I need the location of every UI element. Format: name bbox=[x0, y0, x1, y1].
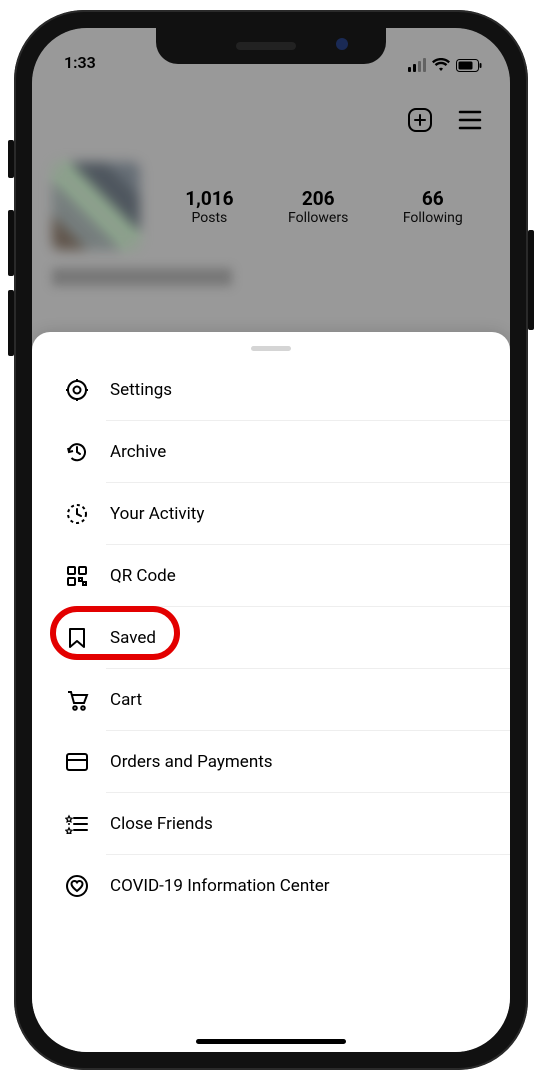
menu-item-archive[interactable]: Archive bbox=[32, 421, 510, 483]
menu-item-settings[interactable]: Settings bbox=[32, 359, 510, 421]
menu-item-cart[interactable]: Cart bbox=[32, 669, 510, 731]
menu-item-label: Close Friends bbox=[110, 814, 213, 834]
following-label: Following bbox=[403, 210, 463, 226]
wifi-icon bbox=[432, 58, 450, 72]
cellular-signal-icon bbox=[408, 58, 426, 72]
activity-icon bbox=[64, 501, 90, 527]
profile-name-redacted bbox=[52, 268, 232, 286]
settings-bottom-sheet: Settings Archive Your Activity bbox=[32, 332, 510, 1052]
menu-item-label: QR Code bbox=[110, 566, 176, 586]
posts-label: Posts bbox=[185, 210, 233, 226]
menu-button[interactable] bbox=[456, 106, 484, 134]
phone-screen: 1:33 bbox=[32, 28, 510, 1052]
heart-circle-icon bbox=[64, 873, 90, 899]
phone-frame: 1:33 bbox=[14, 10, 528, 1070]
notch bbox=[156, 28, 386, 64]
menu-item-orders[interactable]: Orders and Payments bbox=[32, 731, 510, 793]
followers-label: Followers bbox=[288, 210, 348, 226]
stat-followers[interactable]: 206 Followers bbox=[288, 187, 348, 226]
create-button[interactable] bbox=[406, 106, 434, 134]
gear-icon bbox=[64, 377, 90, 403]
menu-item-label: Your Activity bbox=[110, 504, 204, 524]
menu-item-close-friends[interactable]: Close Friends bbox=[32, 793, 510, 855]
following-count: 66 bbox=[403, 187, 463, 210]
menu-item-activity[interactable]: Your Activity bbox=[32, 483, 510, 545]
menu-item-label: Archive bbox=[110, 442, 166, 462]
home-indicator[interactable] bbox=[196, 1039, 346, 1044]
status-time: 1:33 bbox=[64, 53, 96, 72]
menu-item-label: Orders and Payments bbox=[110, 752, 273, 772]
qrcode-icon bbox=[64, 563, 90, 589]
stat-following[interactable]: 66 Following bbox=[403, 187, 463, 226]
menu-item-qrcode[interactable]: QR Code bbox=[32, 545, 510, 607]
power-button bbox=[528, 230, 534, 330]
avatar[interactable] bbox=[52, 162, 140, 250]
menu-item-label: Settings bbox=[110, 380, 172, 400]
card-icon bbox=[64, 749, 90, 775]
history-icon bbox=[64, 439, 90, 465]
bookmark-icon bbox=[64, 625, 90, 651]
followers-count: 206 bbox=[288, 187, 348, 210]
profile-header: 1,016 Posts 206 Followers 66 Following bbox=[32, 76, 510, 286]
cart-icon bbox=[64, 687, 90, 713]
posts-count: 1,016 bbox=[185, 187, 233, 210]
menu-item-label: Saved bbox=[110, 628, 156, 648]
stat-posts[interactable]: 1,016 Posts bbox=[185, 187, 233, 226]
sheet-grabber[interactable] bbox=[251, 346, 291, 351]
menu-item-label: COVID-19 Information Center bbox=[110, 876, 330, 896]
menu-item-covid[interactable]: COVID-19 Information Center bbox=[32, 855, 510, 917]
menu-item-label: Cart bbox=[110, 690, 142, 710]
menu-item-saved[interactable]: Saved bbox=[32, 607, 510, 669]
battery-icon bbox=[456, 59, 482, 72]
list-star-icon bbox=[64, 811, 90, 837]
